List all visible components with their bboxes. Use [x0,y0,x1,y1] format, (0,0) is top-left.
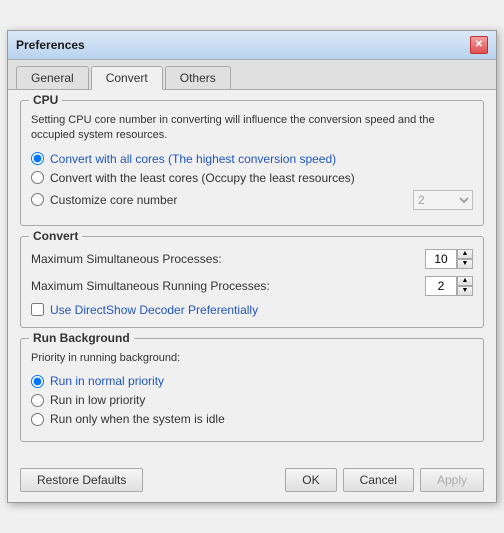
max-simultaneous-up-button[interactable]: ▲ [457,249,473,259]
bg-radio-low[interactable] [31,394,44,407]
restore-defaults-button[interactable]: Restore Defaults [20,468,143,492]
tab-general[interactable]: General [16,66,89,89]
max-running-input[interactable] [425,276,457,296]
cpu-label-least[interactable]: Convert with the least cores (Occupy the… [50,171,355,185]
apply-button[interactable]: Apply [420,468,484,492]
directshow-checkbox[interactable] [31,303,44,316]
cpu-group-body: Setting CPU core number in converting wi… [31,113,473,210]
cpu-option-custom: Customize core number 2 1 3 4 [31,190,473,210]
cpu-radio-least[interactable] [31,171,44,184]
cpu-radio-all[interactable] [31,152,44,165]
max-running-up-button[interactable]: ▲ [457,276,473,286]
convert-group: Convert Maximum Simultaneous Processes: … [20,236,484,328]
close-button[interactable]: ✕ [470,36,488,54]
run-background-body: Priority in running background: Run in n… [31,351,473,426]
max-running-row: Maximum Simultaneous Running Processes: … [31,276,473,296]
cpu-group-label: CPU [29,93,62,107]
tab-content: CPU Setting CPU core number in convertin… [8,90,496,462]
max-simultaneous-spinbox-buttons: ▲ ▼ [457,249,473,269]
tab-others[interactable]: Others [165,66,231,89]
directshow-row: Use DirectShow Decoder Preferentially [31,303,473,317]
bg-low-row: Run in low priority [31,393,473,407]
max-running-label: Maximum Simultaneous Running Processes: [31,279,425,293]
tab-convert[interactable]: Convert [91,66,163,90]
max-simultaneous-spinbox: ▲ ▼ [425,249,473,269]
max-simultaneous-down-button[interactable]: ▼ [457,259,473,269]
cancel-button[interactable]: Cancel [343,468,414,492]
cpu-option-all: Convert with all cores (The highest conv… [31,152,473,166]
tabs-row: General Convert Others [8,60,496,90]
ok-button[interactable]: OK [285,468,336,492]
max-simultaneous-row: Maximum Simultaneous Processes: ▲ ▼ [31,249,473,269]
bg-label-normal[interactable]: Run in normal priority [50,374,164,388]
cpu-description: Setting CPU core number in converting wi… [31,113,473,144]
window-title: Preferences [16,38,85,52]
run-background-label: Run Background [29,331,134,345]
run-background-group: Run Background Priority in running backg… [20,338,484,442]
cpu-group: CPU Setting CPU core number in convertin… [20,100,484,226]
cpu-option-least: Convert with the least cores (Occupy the… [31,171,473,185]
max-running-spinbox: ▲ ▼ [425,276,473,296]
run-background-desc: Priority in running background: [31,351,473,366]
title-bar: Preferences ✕ [8,31,496,60]
core-number-dropdown[interactable]: 2 1 3 4 [413,190,473,210]
bg-label-low[interactable]: Run in low priority [50,393,145,407]
cpu-radio-custom[interactable] [31,193,44,206]
bg-idle-row: Run only when the system is idle [31,412,473,426]
preferences-window: Preferences ✕ General Convert Others CPU… [7,30,497,503]
max-running-spinbox-buttons: ▲ ▼ [457,276,473,296]
bg-label-idle[interactable]: Run only when the system is idle [50,412,225,426]
bg-radio-normal[interactable] [31,375,44,388]
bg-normal-row: Run in normal priority [31,374,473,388]
convert-group-body: Maximum Simultaneous Processes: ▲ ▼ Maxi… [31,249,473,317]
bg-radio-idle[interactable] [31,413,44,426]
footer: Restore Defaults OK Cancel Apply [8,462,496,502]
max-running-down-button[interactable]: ▼ [457,286,473,296]
max-simultaneous-label: Maximum Simultaneous Processes: [31,252,425,266]
max-simultaneous-input[interactable] [425,249,457,269]
directshow-label[interactable]: Use DirectShow Decoder Preferentially [50,303,258,317]
cpu-label-all[interactable]: Convert with all cores (The highest conv… [50,152,336,166]
cpu-label-custom[interactable]: Customize core number [50,193,177,207]
convert-group-label: Convert [29,229,82,243]
